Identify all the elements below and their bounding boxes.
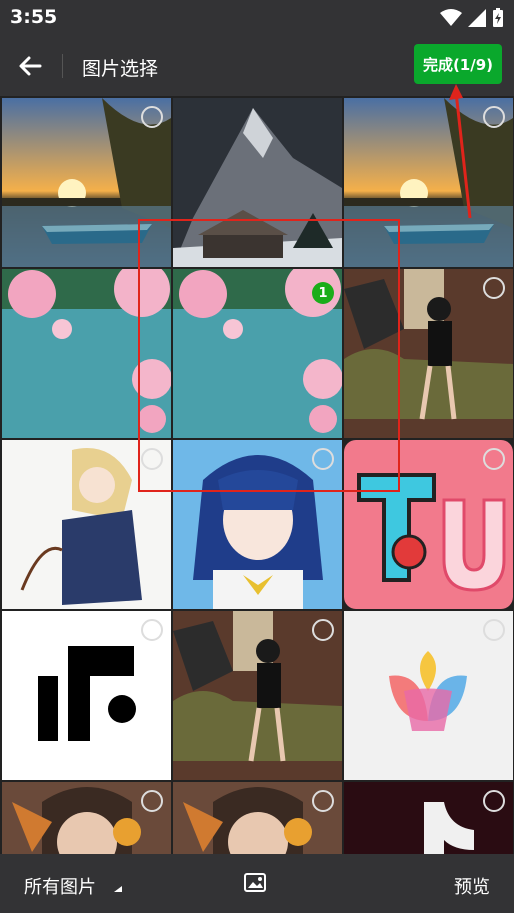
signal-icon [468, 9, 486, 27]
select-circle[interactable] [483, 106, 505, 128]
photo-image [2, 269, 171, 438]
photo-grid: 1 [0, 96, 514, 854]
select-circle[interactable] [312, 619, 334, 641]
back-arrow-icon[interactable] [14, 50, 46, 82]
photo-sunset-lake-boat[interactable] [2, 98, 171, 267]
page-title: 图片选择 [82, 58, 159, 80]
photo-anime-blue-hair-girl[interactable] [173, 440, 342, 609]
selection-number-badge[interactable]: 1 [312, 282, 334, 304]
status-icons [440, 8, 504, 28]
select-circle[interactable] [312, 790, 334, 812]
photo-image [173, 98, 342, 267]
photo-anime-boy-headphones-2[interactable] [173, 782, 342, 854]
photo-if-logo[interactable] [2, 611, 171, 780]
photo-tiktok-logo[interactable] [344, 782, 513, 854]
select-circle[interactable] [312, 448, 334, 470]
photo-anime-girl-umbrella[interactable] [2, 440, 171, 609]
photo-sunset-lake-boat-2[interactable] [344, 98, 513, 267]
select-circle[interactable] [141, 106, 163, 128]
select-circle[interactable] [141, 448, 163, 470]
photo-anime-boy-headphones[interactable] [2, 782, 171, 854]
photo-snowy-mountain-cabin[interactable] [173, 98, 342, 267]
wifi-icon [440, 9, 462, 26]
album-selector[interactable]: 所有图片 [24, 873, 96, 899]
top-bar: 图片选择 完成(1/9) [0, 36, 514, 96]
select-circle[interactable] [483, 277, 505, 299]
photo-cherry-blossom-lake-selected[interactable]: 1 [173, 269, 342, 438]
photo-woman-on-sofa[interactable] [344, 269, 513, 438]
select-circle[interactable] [483, 448, 505, 470]
status-bar: 3:55 [0, 0, 514, 36]
done-button[interactable]: 完成(1/9) [414, 44, 502, 84]
caret-down-icon[interactable] [114, 886, 122, 892]
battery-icon [493, 8, 503, 27]
status-time: 3:55 [10, 6, 58, 28]
image-edit-icon[interactable] [244, 872, 268, 894]
photo-cherry-blossom-lake[interactable] [2, 269, 171, 438]
select-circle[interactable] [141, 619, 163, 641]
bottom-bar: 所有图片 预览 [0, 854, 514, 913]
title-divider [62, 54, 63, 78]
photo-tu-logo[interactable] [344, 440, 513, 609]
select-circle[interactable] [141, 790, 163, 812]
select-circle[interactable] [483, 619, 505, 641]
photo-tulip-logo[interactable] [344, 611, 513, 780]
photo-woman-on-sofa-2[interactable] [173, 611, 342, 780]
select-circle[interactable] [483, 790, 505, 812]
preview-button[interactable]: 预览 [454, 873, 490, 899]
